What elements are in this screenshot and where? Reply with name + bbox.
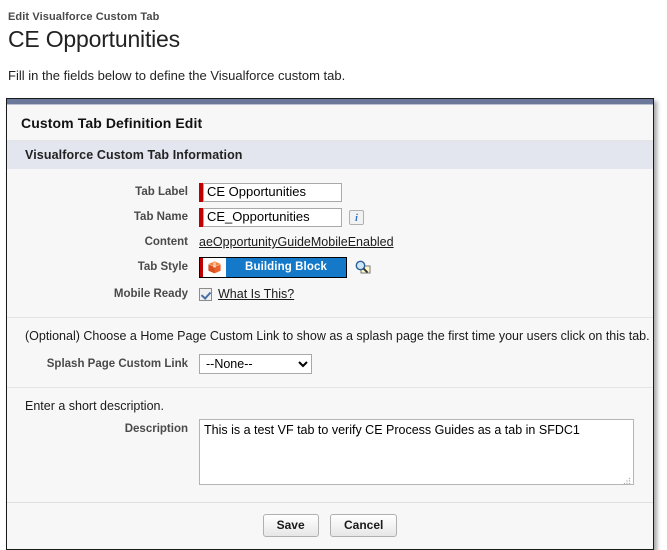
info-icon[interactable]: i <box>349 209 364 225</box>
description-helper-text: Enter a short description. <box>25 399 164 413</box>
tab-label-input[interactable] <box>203 182 342 202</box>
tab-name-label: Tab Name <box>133 211 188 223</box>
content-label: Content <box>144 236 188 248</box>
tab-style-preview[interactable]: Building Block <box>199 256 347 278</box>
row-tab-name: Tab Name i <box>7 206 653 228</box>
mobile-ready-label: Mobile Ready <box>113 288 188 300</box>
splash-helper-text: (Optional) Choose a Home Page Custom Lin… <box>25 329 650 343</box>
breadcrumb: Edit Visualforce Custom Tab <box>8 11 160 23</box>
form-body: Tab Label Tab Name i Content <box>7 169 653 549</box>
row-content: Content aeOpportunityGuideMobileEnabled <box>7 231 653 253</box>
section-title: Custom Tab Definition Edit <box>7 105 653 141</box>
page-intro-text: Fill in the fields below to define the V… <box>8 68 346 83</box>
row-tab-style: Tab Style Building Block <box>7 256 653 278</box>
tab-label-label: Tab Label <box>135 186 188 198</box>
tab-style-widget: Building Block <box>199 256 371 278</box>
content-page-link[interactable]: aeOpportunityGuideMobileEnabled <box>199 235 394 249</box>
row-tab-label: Tab Label <box>7 181 653 203</box>
subsection-title: Visualforce Custom Tab Information <box>7 141 653 169</box>
tab-name-input[interactable] <box>203 207 342 227</box>
panel-top-accent-bar <box>7 98 653 105</box>
row-mobile-ready: Mobile Ready What Is This? <box>7 283 653 305</box>
custom-tab-definition-panel: Custom Tab Definition Edit Visualforce C… <box>6 98 654 550</box>
save-button[interactable]: Save <box>262 514 319 537</box>
tab-name-input-wrap <box>199 207 342 227</box>
page-title: CE Opportunities <box>8 26 180 52</box>
description-label: Description <box>124 423 188 435</box>
page-header: Edit Visualforce Custom Tab CE Opportuni… <box>0 0 667 53</box>
row-splash-link: Splash Page Custom Link --None-- <box>7 353 653 375</box>
splash-link-label: Splash Page Custom Link <box>46 358 188 370</box>
row-description: Description <box>7 419 653 488</box>
mobile-ready-checkbox[interactable] <box>199 287 212 301</box>
button-bar: Save Cancel <box>7 502 653 549</box>
building-block-icon <box>203 257 226 277</box>
splash-page-custom-link-select[interactable]: --None-- <box>199 354 312 374</box>
tab-label-input-wrap <box>199 182 342 202</box>
tab-style-name: Building Block <box>226 257 346 277</box>
cancel-button[interactable]: Cancel <box>330 514 398 537</box>
magnifier-lookup-icon[interactable] <box>354 259 371 276</box>
description-textarea[interactable] <box>199 419 634 485</box>
what-is-this-link[interactable]: What Is This? <box>218 287 294 301</box>
tab-style-label: Tab Style <box>137 261 188 273</box>
